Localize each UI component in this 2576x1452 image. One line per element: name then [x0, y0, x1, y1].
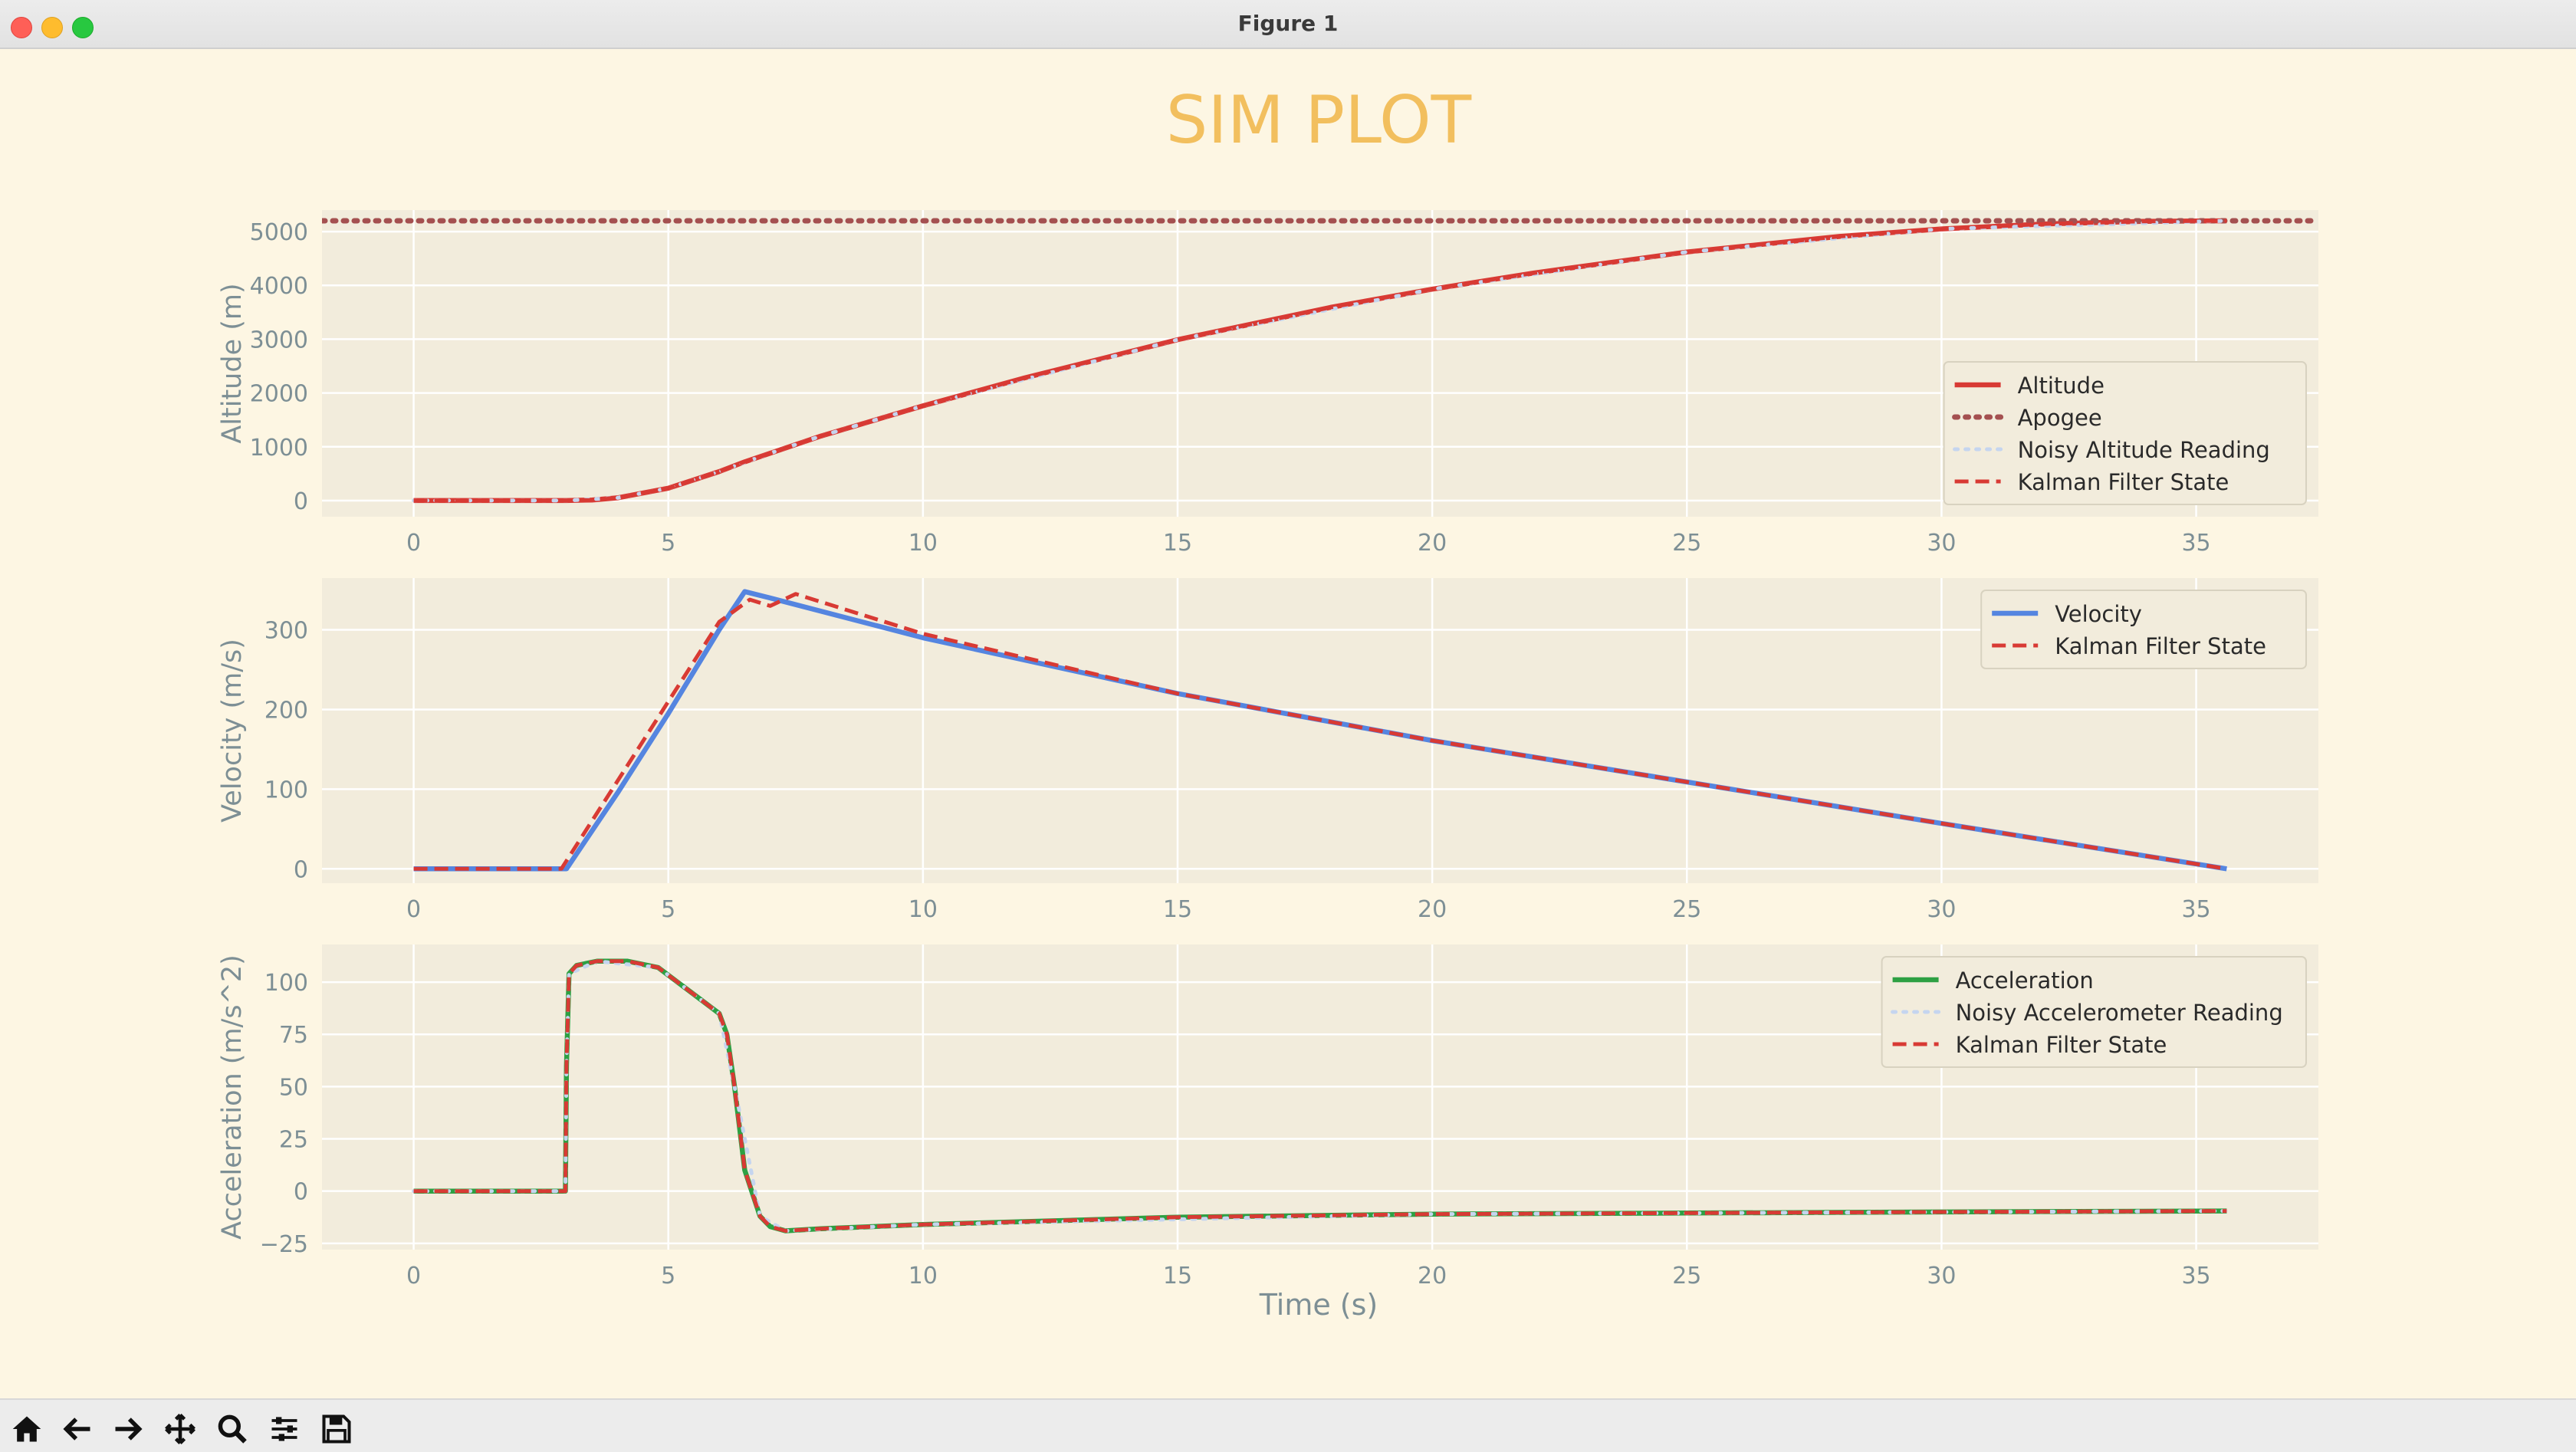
legend-label: Noisy Altitude Reading: [2018, 437, 2270, 463]
arrow-left-icon: [63, 1418, 90, 1441]
y-tick-label: 0: [294, 856, 308, 883]
x-tick-label: 20: [1418, 530, 1447, 557]
y-tick-label: 100: [264, 777, 308, 803]
save-button[interactable]: [314, 1409, 359, 1449]
subplot-2: 0 5 10 15 20 25 30 35 0 100 200 300 Velocity (m/s) Ve…: [217, 578, 2318, 923]
y-tick-label: 0: [294, 488, 308, 515]
y-tick-label: 75: [279, 1022, 308, 1049]
x-tick-label: 20: [1418, 896, 1447, 923]
legend: Acceleration Noisy Accelerometer Reading K…: [1881, 956, 2308, 1068]
x-axis-label: Time (s): [1259, 1288, 1378, 1322]
y-tick-label: 2000: [250, 381, 308, 408]
x-tick-label: 5: [661, 896, 675, 923]
window-title: Figure 1: [1237, 11, 1339, 36]
y-tick-label: −25: [260, 1231, 308, 1258]
navigation-toolbar: [0, 1398, 2576, 1452]
legend-label: Acceleration: [1956, 967, 2094, 994]
y-tick-label: 200: [264, 697, 308, 724]
legend-label: Kalman Filter State: [1956, 1032, 2167, 1058]
y-tick-label: 100: [264, 970, 308, 997]
x-tick-label: 25: [1672, 1263, 1701, 1289]
legend-label: Velocity: [2055, 601, 2142, 627]
y-tick-label: 3000: [250, 327, 308, 353]
legend: Altitude Apogee Noisy Altitude Reading Kalm…: [1943, 361, 2308, 505]
arrow-right-icon: [115, 1418, 143, 1441]
move-icon: [165, 1414, 196, 1444]
x-tick-label: 20: [1418, 1263, 1447, 1289]
legend-label: Noisy Accelerometer Reading: [1956, 1000, 2283, 1026]
x-tick-label: 30: [1927, 896, 1956, 923]
configure-subplots-button[interactable]: [262, 1409, 307, 1449]
x-tick-label: 25: [1672, 896, 1701, 923]
y-tick-label: 4000: [250, 273, 308, 300]
subplot-1: 0 5 10 15 20 25 30 35 0 1000 2000 3000 4000 5000 Altit…: [217, 210, 2318, 557]
figure-title: SIM PLOT: [1166, 82, 1472, 159]
pan-button[interactable]: [158, 1409, 202, 1449]
legend-label: Altitude: [2018, 373, 2104, 399]
x-tick-label: 0: [406, 530, 421, 557]
sliders-icon: [271, 1417, 297, 1441]
zoom-button[interactable]: [210, 1409, 255, 1449]
y-tick-label: 0: [294, 1179, 308, 1206]
legend-label: Kalman Filter State: [2018, 469, 2229, 495]
x-tick-label: 30: [1927, 530, 1956, 557]
y-axis-label: Acceleration (m/s^2): [217, 954, 248, 1240]
x-tick-label: 10: [909, 896, 938, 923]
x-tick-label: 10: [909, 1263, 938, 1289]
x-tick-label: 35: [2181, 530, 2210, 557]
x-tick-label: 10: [909, 530, 938, 557]
legend-label: Apogee: [2018, 405, 2102, 431]
y-tick-label: 5000: [250, 219, 308, 246]
home-icon: [12, 1416, 41, 1442]
floppy-icon: [322, 1414, 351, 1444]
window-titlebar: Figure 1: [0, 0, 2576, 49]
figure-canvas: SIM PLOT 0 5 10 15 20 25 30 3501000200030004000…: [217, 82, 2318, 1322]
legend-label: Kalman Filter State: [2055, 633, 2266, 659]
y-axis-label: Velocity (m/s): [217, 639, 248, 823]
home-button[interactable]: [5, 1409, 49, 1449]
magnifier-icon: [218, 1414, 247, 1444]
legend: Velocity Kalman Filter State: [1980, 590, 2307, 669]
back-button[interactable]: [55, 1409, 100, 1449]
x-tick-label: 15: [1163, 896, 1192, 923]
x-tick-label: 25: [1672, 530, 1701, 557]
forward-button[interactable]: [106, 1409, 150, 1449]
x-tick-label: 35: [2181, 1263, 2210, 1289]
x-tick-label: 5: [661, 530, 675, 557]
x-tick-label: 5: [661, 1263, 675, 1289]
y-axis-label: Altitude (m): [217, 283, 248, 443]
subplot-3: 0 5 10 15 20 25 30 35 −25 0 25 50 75 100 Acceleration …: [217, 944, 2318, 1289]
x-tick-label: 15: [1163, 1263, 1192, 1289]
x-tick-label: 35: [2181, 896, 2210, 923]
x-tick-label: 15: [1163, 530, 1192, 557]
y-tick-label: 1000: [250, 435, 308, 462]
y-tick-label: 300: [264, 618, 308, 645]
y-tick-label: 50: [279, 1074, 308, 1101]
y-tick-label: 25: [279, 1127, 308, 1154]
x-tick-label: 0: [406, 896, 421, 923]
x-tick-label: 0: [406, 1263, 421, 1289]
x-tick-label: 30: [1927, 1263, 1956, 1289]
